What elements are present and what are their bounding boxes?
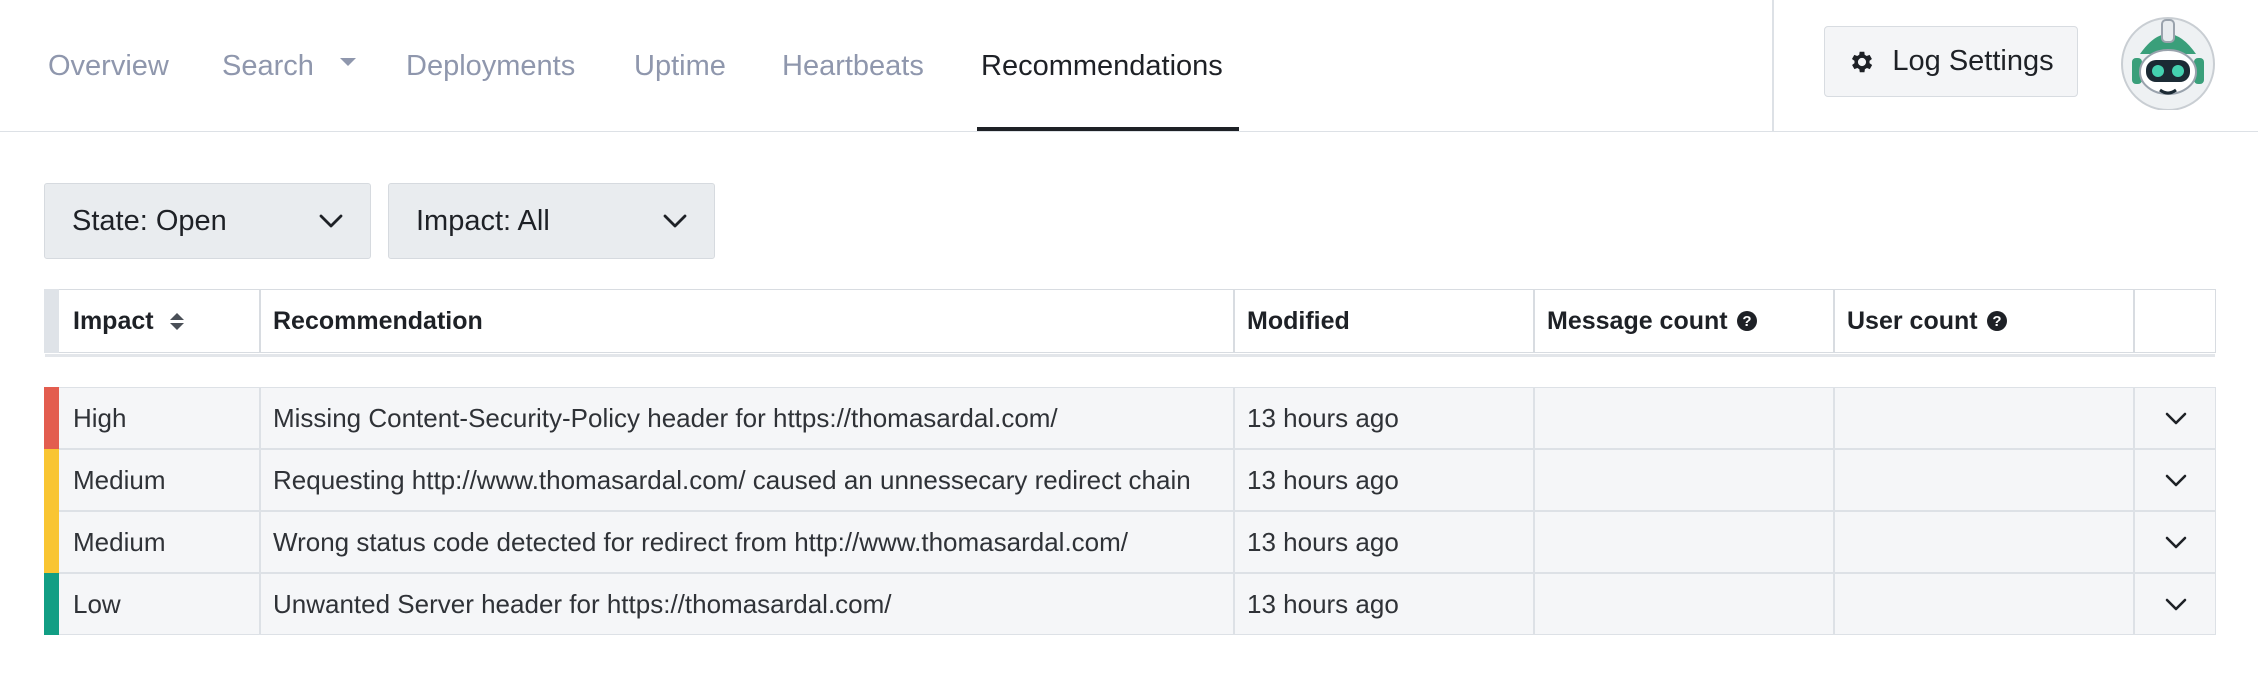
column-divider xyxy=(259,574,261,634)
column-divider xyxy=(259,388,261,448)
column-divider xyxy=(1233,450,1235,510)
recommendation-cell[interactable]: Wrong status code detected for redirect … xyxy=(273,512,1128,572)
chevron-down-icon xyxy=(662,208,688,234)
modified-cell: 13 hours ago xyxy=(1247,526,1399,557)
table-row[interactable]: Medium Wrong status code detected for re… xyxy=(43,510,2216,573)
message-count-header-label: Message count xyxy=(1547,306,1728,335)
column-divider xyxy=(1233,512,1235,572)
impact-filter-label: Impact: All xyxy=(416,204,550,237)
tab-heartbeats[interactable]: Heartbeats xyxy=(782,0,924,132)
column-divider xyxy=(2133,290,2135,352)
impact-color-stripe xyxy=(43,386,59,449)
column-header-user-count: User count ? xyxy=(1847,290,2008,352)
table-header: Impact Recommendation Modified Message c… xyxy=(43,288,2216,357)
impact-cell: Low xyxy=(73,588,121,619)
tab-search-label: Search xyxy=(222,49,314,82)
expand-chevron-icon[interactable] xyxy=(2163,591,2189,617)
tab-deployments[interactable]: Deployments xyxy=(406,0,575,132)
column-header-recommendation: Recommendation xyxy=(273,306,483,335)
column-divider xyxy=(2133,574,2135,634)
column-divider xyxy=(1833,290,1835,352)
robot-avatar-icon[interactable] xyxy=(2118,14,2218,111)
question-circle-icon[interactable]: ? xyxy=(1986,310,2008,332)
column-divider xyxy=(259,450,261,510)
column-divider xyxy=(1233,290,1235,352)
column-header-modified: Modified xyxy=(1247,306,1350,335)
top-navigation-bar: Overview Search Deployments Uptime Heart… xyxy=(0,0,2258,132)
table-row[interactable]: Low Unwanted Server header for https://t… xyxy=(43,572,2216,635)
recommendation-cell[interactable]: Unwanted Server header for https://thoma… xyxy=(273,574,892,634)
active-tab-indicator xyxy=(977,127,1239,131)
question-circle-icon[interactable]: ? xyxy=(1736,310,1758,332)
expand-chevron-icon[interactable] xyxy=(2163,405,2189,431)
state-filter-label: State: Open xyxy=(72,204,227,237)
chevron-down-icon xyxy=(318,208,344,234)
column-divider xyxy=(1533,290,1535,352)
column-divider xyxy=(1833,450,1835,510)
modified-cell: 13 hours ago xyxy=(1247,464,1399,495)
expand-chevron-icon[interactable] xyxy=(2163,467,2189,493)
impact-cell: High xyxy=(73,402,127,433)
impact-filter-dropdown[interactable]: Impact: All xyxy=(388,183,715,259)
column-divider xyxy=(1233,388,1235,448)
svg-text:?: ? xyxy=(1742,313,1751,330)
log-settings-button[interactable]: Log Settings xyxy=(1824,26,2078,97)
expand-chevron-icon[interactable] xyxy=(2163,529,2189,555)
tab-recommendations[interactable]: Recommendations xyxy=(981,0,1223,132)
column-divider xyxy=(259,512,261,572)
tab-overview[interactable]: Overview xyxy=(48,0,169,132)
column-divider xyxy=(1833,512,1835,572)
column-divider xyxy=(2133,388,2135,448)
header-divider xyxy=(1772,0,1774,132)
impact-cell: Medium xyxy=(73,526,166,557)
column-divider xyxy=(1833,388,1835,448)
recommendation-cell[interactable]: Requesting http://www.thomasardal.com/ c… xyxy=(273,450,1191,510)
svg-text:?: ? xyxy=(1992,313,2001,330)
impact-color-stripe xyxy=(43,572,59,635)
tab-search[interactable]: Search xyxy=(222,0,356,132)
column-divider xyxy=(1533,388,1535,448)
table-row[interactable]: Medium Requesting http://www.thomasardal… xyxy=(43,448,2216,511)
impact-cell: Medium xyxy=(73,464,166,495)
column-divider xyxy=(1533,450,1535,510)
recommendation-cell[interactable]: Missing Content-Security-Policy header f… xyxy=(273,388,1058,448)
state-filter-dropdown[interactable]: State: Open xyxy=(44,183,371,259)
column-divider xyxy=(2133,512,2135,572)
column-header-message-count: Message count ? xyxy=(1547,290,1758,352)
column-divider xyxy=(1233,574,1235,634)
caret-down-icon[interactable] xyxy=(339,58,356,66)
table-row[interactable]: High Missing Content-Security-Policy hea… xyxy=(43,386,2216,449)
column-divider xyxy=(259,290,261,352)
modified-cell: 13 hours ago xyxy=(1247,588,1399,619)
header-stripe xyxy=(43,288,59,353)
user-count-header-label: User count xyxy=(1847,306,1978,335)
sort-icon[interactable] xyxy=(169,312,184,330)
gear-icon xyxy=(1848,48,1876,76)
column-divider xyxy=(1833,574,1835,634)
column-header-impact[interactable]: Impact xyxy=(73,290,184,352)
impact-color-stripe xyxy=(43,510,59,573)
impact-header-label: Impact xyxy=(73,306,154,335)
modified-cell: 13 hours ago xyxy=(1247,402,1399,433)
tab-uptime[interactable]: Uptime xyxy=(634,0,726,132)
impact-color-stripe xyxy=(43,448,59,511)
column-divider xyxy=(1533,512,1535,572)
column-divider xyxy=(1533,574,1535,634)
log-settings-label: Log Settings xyxy=(1892,45,2054,77)
column-divider xyxy=(2133,450,2135,510)
